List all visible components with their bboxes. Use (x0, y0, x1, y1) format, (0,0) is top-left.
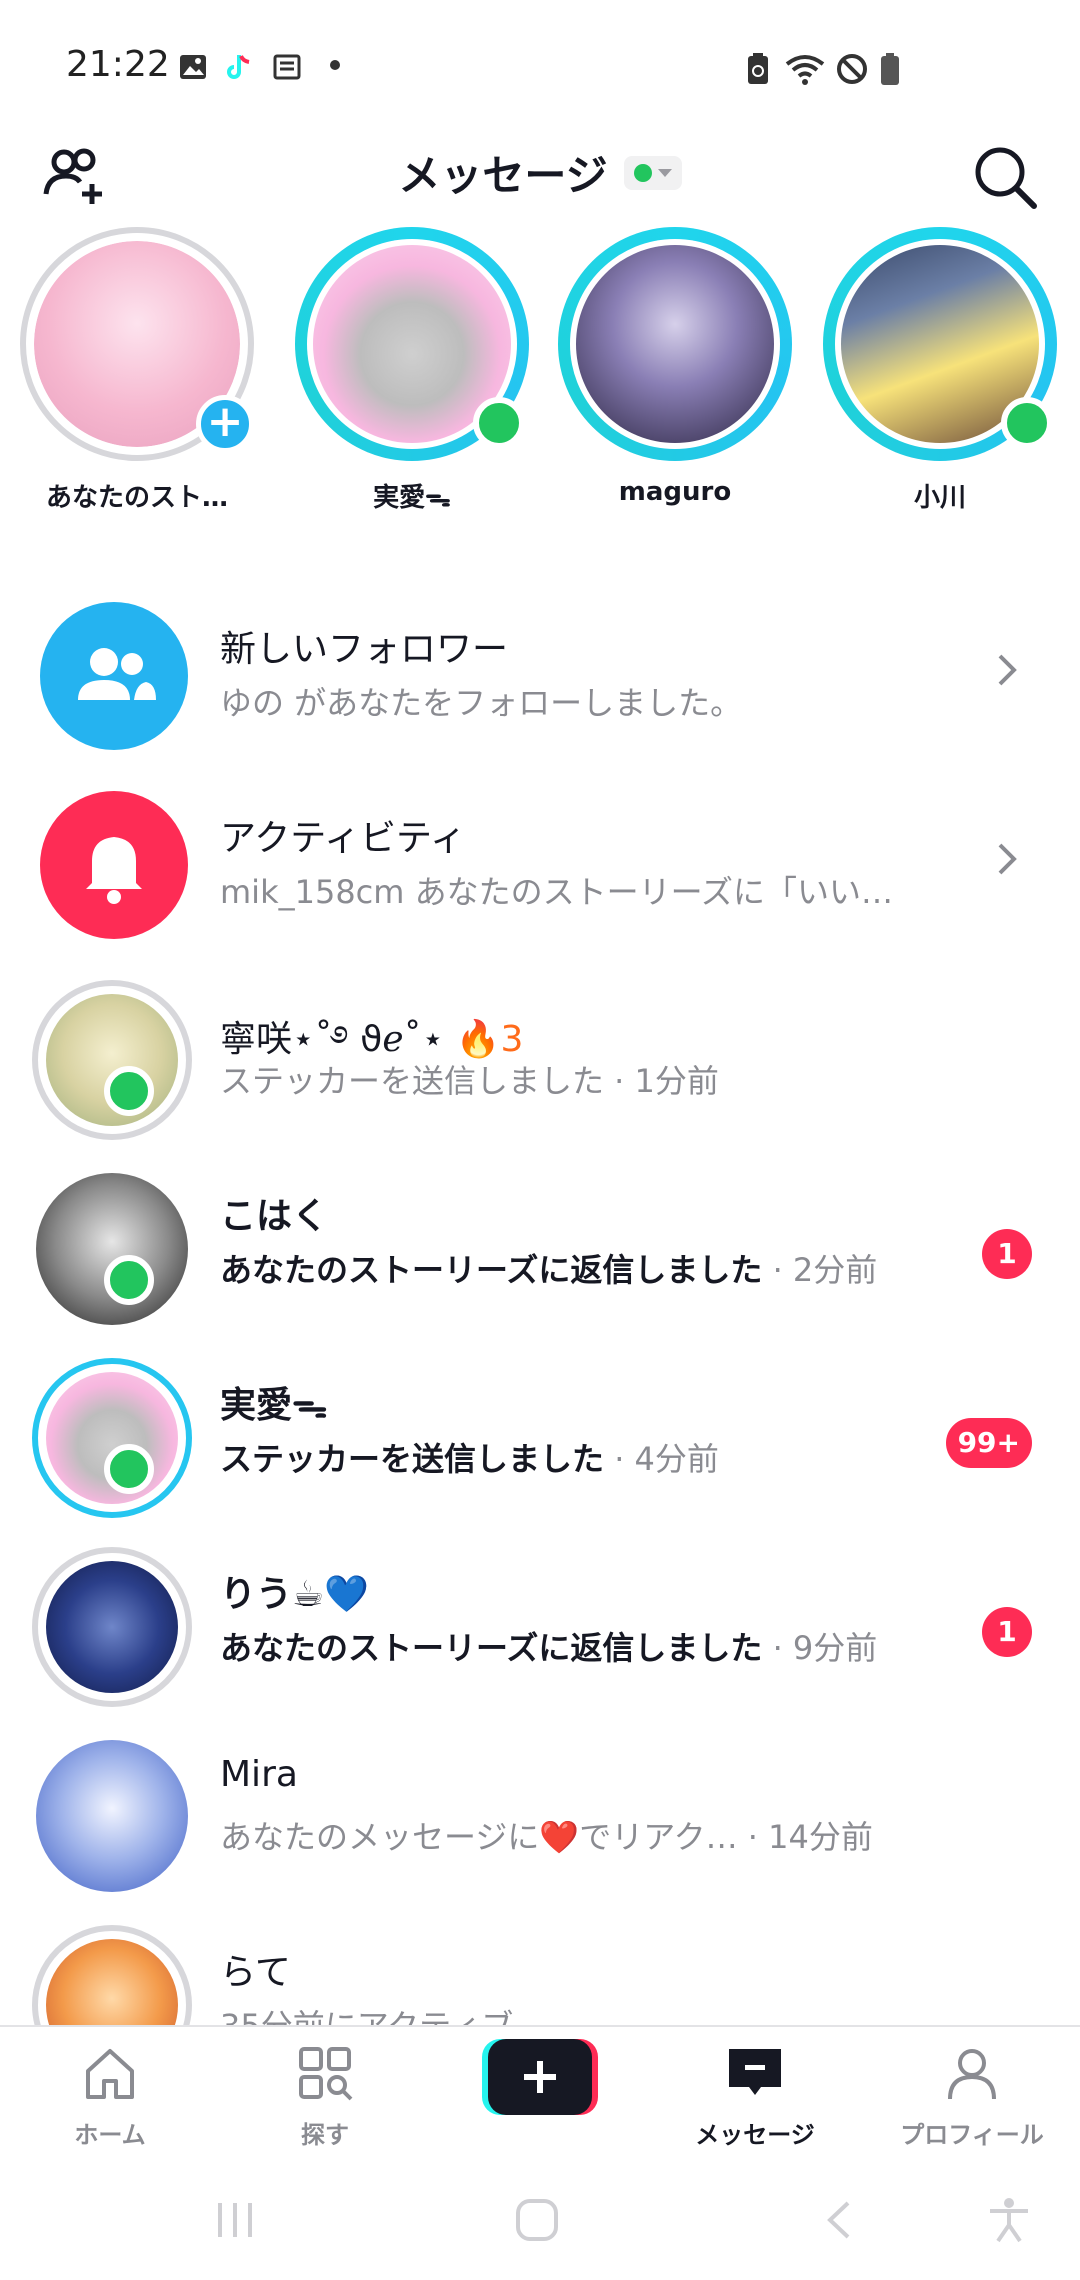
conversation-row[interactable]: 寧咲⋆˚࿔ ϑℯ˚⋆ 🔥3 ステッカーを送信しました · 1分前 (0, 958, 1080, 1147)
row-subtitle: mik_158cm あなたのストーリーズに「いい… (220, 873, 894, 911)
online-status-icon (633, 163, 652, 182)
row-subtitle: あなたのメッセージに❤️でリアク… · 14分前 (220, 1818, 873, 1856)
story-item[interactable]: maguro (550, 225, 800, 525)
conversation-row[interactable]: 実愛ᯓ ステッカーを送信しました · 4分前 99+ (0, 1336, 1080, 1525)
row-title: らて (220, 1952, 291, 1993)
list-item-activity[interactable]: アクティビティ mik_158cm あなたのストーリーズに「いい… (0, 769, 1080, 958)
discover-icon (299, 2047, 353, 2101)
chevron-right-icon (998, 843, 1017, 875)
nav-home[interactable]: ホーム (30, 2035, 190, 2165)
avatar (32, 1925, 192, 2025)
do-not-disturb-icon (837, 54, 867, 84)
nav-profile[interactable]: プロフィール (892, 2035, 1052, 2165)
story-own[interactable]: + あなたのスト… (12, 225, 262, 525)
followers-icon (40, 602, 188, 750)
avatar (576, 245, 774, 443)
story-name: あなたのスト… (45, 483, 228, 513)
create-post-button[interactable] (482, 2039, 598, 2115)
story-name: maguro (618, 477, 732, 507)
bell-icon (40, 791, 188, 939)
online-indicator-icon (104, 1066, 154, 1116)
profile-icon (948, 2049, 996, 2100)
battery-icon (881, 53, 899, 85)
news-icon (273, 54, 301, 80)
story-item[interactable]: 実愛ᯓ (287, 225, 537, 525)
row-title: 新しいフォロワー (220, 629, 509, 670)
avatar (32, 1736, 192, 1896)
nav-label: 探す (301, 2121, 349, 2149)
unread-badge: 99+ (945, 1418, 1032, 1468)
status-bar: 21:22 (0, 0, 1080, 130)
chevron-right-icon (998, 654, 1017, 686)
unread-badge: 1 (982, 1607, 1032, 1657)
online-indicator-icon (1001, 397, 1053, 449)
list-item-new-followers[interactable]: 新しいフォロワー ゆの があなたをフォローしました。 (0, 580, 1080, 769)
conversation-row[interactable]: こはく あなたのストーリーズに返信しました · 2分前 1 (0, 1147, 1080, 1336)
tiktok-icon (227, 55, 250, 79)
contact-name: 寧咲⋆˚࿔ ϑℯ˚⋆ (220, 1019, 445, 1060)
row-subtitle: ゆの があなたをフォローしました。 (220, 684, 743, 722)
add-story-icon[interactable]: + (196, 395, 254, 453)
unread-badge: 1 (982, 1229, 1032, 1279)
streak-count: 3 (500, 1019, 524, 1060)
chevron-down-icon (657, 168, 672, 177)
online-indicator-icon (473, 397, 525, 449)
nav-label: ホーム (74, 2121, 146, 2149)
conversation-row[interactable]: りう☕💙 あなたのストーリーズに返信しました · 9分前 1 (0, 1525, 1080, 1714)
back-icon[interactable] (818, 2195, 858, 2245)
wifi-icon (785, 55, 825, 85)
avatar (32, 980, 192, 1140)
home-icon (86, 2049, 134, 2099)
row-subtitle: ステッカーを送信しました · 4分前 (220, 1440, 719, 1478)
gallery-icon (180, 55, 206, 79)
story-name: 実愛ᯓ (373, 483, 451, 513)
avatar (32, 1169, 192, 1329)
online-indicator-icon (104, 1444, 154, 1494)
system-navigation-bar (0, 2165, 1080, 2280)
status-chip[interactable] (623, 155, 682, 190)
notification-dot-icon (330, 60, 340, 70)
home-button-icon[interactable] (512, 2195, 562, 2245)
conversation-row[interactable]: Mira あなたのメッセージに❤️でリアク… · 14分前 (0, 1714, 1080, 1903)
row-title: 実愛ᯓ (220, 1385, 328, 1426)
row-subtitle: あなたのストーリーズに返信しました · 9分前 (220, 1629, 878, 1667)
row-title: こはく (220, 1196, 329, 1237)
stories-row: + あなたのスト… 実愛ᯓ maguro 小川 (0, 225, 1080, 525)
search-icon[interactable] (970, 142, 1040, 212)
row-title: アクティビティ (220, 818, 466, 859)
story-item[interactable]: 小川 (815, 225, 1065, 525)
nav-label: プロフィール (900, 2121, 1044, 2149)
nav-label: メッセージ (695, 2121, 815, 2149)
header: メッセージ (0, 130, 1080, 240)
avatar (32, 1547, 192, 1707)
page-title: メッセージ (398, 151, 608, 200)
nav-discover[interactable]: 探す (245, 2035, 405, 2165)
story-ring (558, 227, 792, 461)
story-name: 小川 (913, 483, 966, 513)
message-list: 新しいフォロワー ゆの があなたをフォローしました。 アクティビティ mik_1… (0, 560, 1080, 2025)
nav-messages[interactable]: メッセージ (675, 2035, 835, 2165)
recent-apps-icon[interactable] (210, 2195, 260, 2245)
row-title: りう☕💙 (220, 1574, 370, 1615)
online-indicator-icon (104, 1255, 154, 1305)
header-title-area: メッセージ (0, 142, 1080, 203)
accessibility-icon[interactable] (984, 2195, 1034, 2245)
row-subtitle: ステッカーを送信しました · 1分前 (220, 1062, 719, 1100)
status-time: 21:22 (66, 44, 170, 85)
row-title: Mira (220, 1754, 298, 1795)
bottom-nav: ホーム 探す メッセージ プロフィール (0, 2025, 1080, 2165)
message-icon (729, 2049, 781, 2095)
battery-saver-icon (748, 53, 768, 84)
row-subtitle: 35分前にアクティブ (220, 2001, 513, 2025)
avatar (32, 1358, 192, 1518)
row-subtitle: あなたのストーリーズに返信しました · 2分前 (220, 1251, 878, 1289)
flame-icon: 🔥 (455, 1019, 501, 1060)
conversation-row[interactable]: らて 35分前にアクティブ (0, 1903, 1080, 2025)
